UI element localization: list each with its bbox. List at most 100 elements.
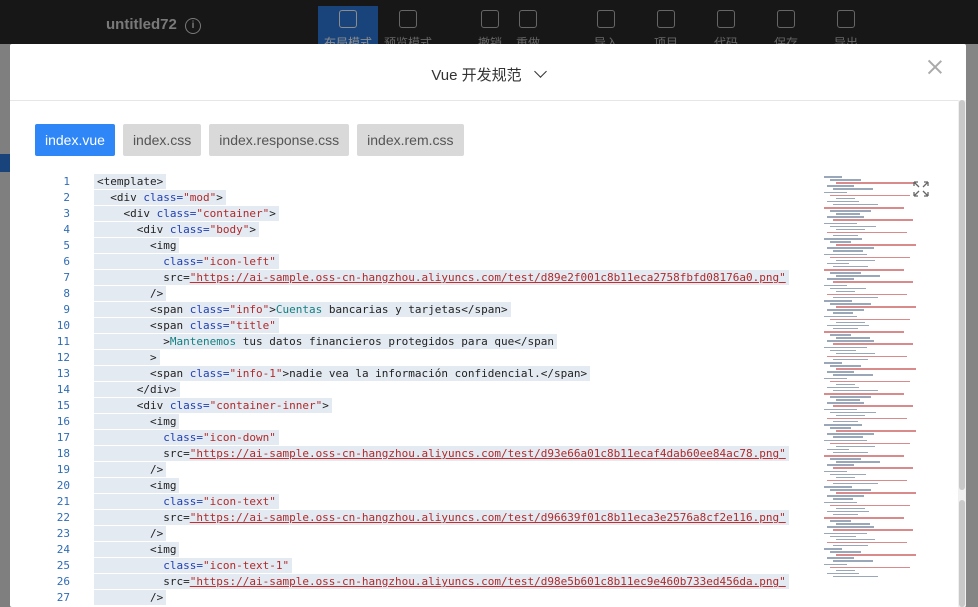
line-number: 4 bbox=[63, 223, 70, 236]
minimap-line bbox=[833, 513, 858, 516]
minimap-line bbox=[827, 386, 859, 389]
code-line[interactable]: 10 <span class="title" bbox=[50, 318, 790, 334]
code-line[interactable]: 14 </div> bbox=[50, 382, 790, 398]
line-number: 21 bbox=[56, 495, 70, 508]
minimap-line bbox=[836, 275, 880, 277]
code-line[interactable]: 1 <template> bbox=[50, 174, 790, 190]
code-text: > bbox=[94, 350, 160, 366]
modal-title[interactable]: Vue 开发规范 bbox=[10, 64, 966, 85]
minimap-line bbox=[833, 544, 868, 547]
vertical-scrollbar[interactable] bbox=[958, 100, 966, 607]
minimap-line bbox=[833, 482, 878, 485]
code-text: <img bbox=[94, 238, 180, 254]
code-text: <div class="container-inner"> bbox=[94, 398, 332, 414]
minimap-line bbox=[824, 548, 842, 550]
tab-index-response-css[interactable]: index.response.css bbox=[209, 124, 350, 156]
tab-index-css[interactable]: index.css bbox=[122, 124, 202, 156]
minimap-line bbox=[827, 541, 907, 544]
chevron-down-icon[interactable] bbox=[533, 65, 547, 78]
minimap-line bbox=[833, 188, 873, 190]
code-editor[interactable]: 1 <template> 2 <div class="mod"> 3 <div cla… bbox=[50, 174, 790, 607]
code-modal: Vue 开发规范 index.vue index.css index.respons… bbox=[10, 44, 966, 607]
line-number: 22 bbox=[56, 511, 70, 524]
code-line[interactable]: 27 /> bbox=[50, 590, 790, 606]
minimap-line bbox=[833, 312, 853, 314]
scrollbar-track-lower[interactable] bbox=[959, 500, 965, 607]
scrollbar-thumb[interactable] bbox=[959, 100, 965, 490]
minimap-line bbox=[827, 417, 907, 420]
minimap-line bbox=[830, 210, 871, 212]
minimap-line bbox=[836, 523, 870, 525]
code-text: src="https://ai-sample.oss-cn-hangzhou.a… bbox=[94, 270, 789, 286]
code-text: <span class="title" bbox=[94, 318, 279, 334]
code-line[interactable]: 5 <img bbox=[50, 238, 790, 254]
code-line[interactable]: 4 <div class="body"> bbox=[50, 222, 790, 238]
tab-index-rem-css[interactable]: index.rem.css bbox=[357, 124, 464, 156]
minimap-line bbox=[836, 414, 865, 417]
minimap-line bbox=[830, 442, 910, 445]
minimap-line bbox=[830, 256, 910, 259]
line-number: 3 bbox=[63, 207, 70, 220]
line-number: 11 bbox=[56, 335, 70, 348]
code-line[interactable]: 21 class="icon-text" bbox=[50, 494, 790, 510]
minimap-line bbox=[830, 473, 866, 476]
minimap-line bbox=[833, 281, 913, 283]
minimap-line bbox=[833, 234, 858, 237]
minimap-line bbox=[836, 290, 855, 293]
code-text: class="icon-text" bbox=[94, 494, 279, 510]
code-line[interactable]: 24 <img bbox=[50, 542, 790, 558]
code-line[interactable]: 23 /> bbox=[50, 526, 790, 542]
minimap-line bbox=[824, 207, 904, 209]
minimap-line bbox=[824, 253, 867, 255]
minimap-line bbox=[827, 557, 854, 559]
minimap-line bbox=[833, 529, 913, 531]
code-line[interactable]: 9 <span class="info">Cuentas bancarias y… bbox=[50, 302, 790, 318]
minimap-line bbox=[830, 318, 910, 321]
minimap-line bbox=[827, 216, 864, 218]
code-line[interactable]: 13 <span class="info-1">nadie vea la inf… bbox=[50, 366, 790, 382]
minimap-line bbox=[827, 247, 874, 249]
line-number: 8 bbox=[63, 287, 70, 300]
minimap-line bbox=[830, 225, 876, 228]
fullscreen-icon[interactable] bbox=[913, 181, 929, 197]
code-line[interactable]: 25 class="icon-text-1" bbox=[50, 558, 790, 574]
minimap-line bbox=[824, 393, 904, 395]
code-line[interactable]: 3 <div class="container"> bbox=[50, 206, 790, 222]
code-line[interactable]: 7 src="https://ai-sample.oss-cn-hangzhou… bbox=[50, 270, 790, 286]
code-line[interactable]: 19 /> bbox=[50, 462, 790, 478]
code-line[interactable]: 2 <div class="mod"> bbox=[50, 190, 790, 206]
code-line[interactable]: 6 class="icon-left" bbox=[50, 254, 790, 270]
code-line[interactable]: 11 >Mantenemos tus datos financieros pro… bbox=[50, 334, 790, 350]
minimap-line bbox=[833, 575, 878, 578]
code-line[interactable]: 8 /> bbox=[50, 286, 790, 302]
close-icon[interactable] bbox=[926, 58, 944, 76]
line-number: 17 bbox=[56, 431, 70, 444]
minimap-line bbox=[827, 231, 907, 234]
line-number: 19 bbox=[56, 463, 70, 476]
code-text: <img bbox=[94, 542, 180, 558]
code-line[interactable]: 17 class="icon-down" bbox=[50, 430, 790, 446]
code-line[interactable]: 26 src="https://ai-sample.oss-cn-hangzho… bbox=[50, 574, 790, 590]
code-line[interactable]: 16 <img bbox=[50, 414, 790, 430]
line-number: 23 bbox=[56, 527, 70, 540]
code-line[interactable]: 18 src="https://ai-sample.oss-cn-hangzho… bbox=[50, 446, 790, 462]
code-line[interactable]: 22 src="https://ai-sample.oss-cn-hangzho… bbox=[50, 510, 790, 526]
minimap-line bbox=[830, 179, 861, 181]
line-number: 25 bbox=[56, 559, 70, 572]
code-line[interactable]: 15 <div class="container-inner"> bbox=[50, 398, 790, 414]
tab-index-vue[interactable]: index.vue bbox=[35, 124, 115, 156]
modal-header: Vue 开发规范 bbox=[10, 44, 966, 101]
minimap-line bbox=[824, 315, 857, 317]
minimap-line bbox=[827, 448, 849, 451]
code-minimap[interactable] bbox=[824, 176, 936, 586]
minimap-line bbox=[833, 343, 913, 345]
minimap-line bbox=[836, 244, 916, 246]
minimap-line bbox=[824, 176, 842, 178]
code-line[interactable]: 12 > bbox=[50, 350, 790, 366]
minimap-line bbox=[827, 185, 854, 187]
minimap-line bbox=[836, 321, 865, 324]
minimap-line bbox=[830, 396, 871, 398]
code-line[interactable]: 20 <img bbox=[50, 478, 790, 494]
code-text: class="icon-down" bbox=[94, 430, 279, 446]
minimap-line bbox=[824, 284, 847, 286]
